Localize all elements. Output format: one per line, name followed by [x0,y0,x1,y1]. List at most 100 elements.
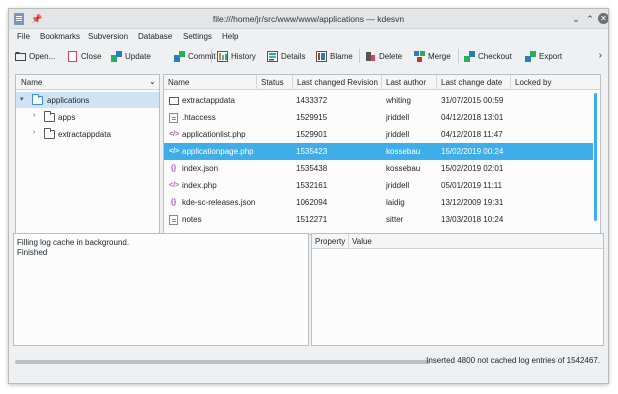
close-window-button[interactable]: ✕ [598,13,608,24]
log-cache-progress-bar [15,360,430,364]
cell-name: kde-sc-releases.json [182,198,256,207]
cell-author: whiting [386,96,411,105]
open-button[interactable]: Open... [15,47,55,65]
log-line: Finished [17,248,48,257]
update-label: Update [125,51,151,61]
menu-bookmarks[interactable]: Bookmarks [40,32,80,41]
menu-database[interactable]: Database [138,32,172,41]
toolbar-overflow-chevron-icon[interactable]: › [599,50,602,61]
close-document-icon [67,50,78,62]
table-row[interactable]: {} index.json 1535438 kossebau 15/02/201… [164,160,593,177]
tree-item-extractappdata[interactable]: › extractappdata [16,126,159,142]
expand-chevron-icon[interactable]: › [33,129,35,136]
column-divider[interactable] [348,234,349,249]
table-row[interactable]: extractappdata 1433372 whiting 31/07/201… [164,92,593,109]
tree-item-applications[interactable]: ▾ applications [16,92,159,108]
commit-button[interactable]: Commit [174,47,216,65]
checkout-label: Checkout [478,51,512,61]
history-button[interactable]: History [217,47,256,65]
json-file-icon: {} [170,165,177,172]
column-divider[interactable] [510,75,511,90]
log-output[interactable]: Filling log cache in background. Finishe… [13,233,309,346]
text-file-icon [169,215,178,225]
menu-subversion[interactable]: Subversion [88,32,128,41]
column-name[interactable]: Name [168,78,189,87]
tree-header-name[interactable]: Name [21,78,42,87]
cell-name: notes [182,215,202,224]
cell-date: 13/03/2018 10:24 [441,215,504,224]
table-row[interactable]: </> applicationlist.php 1529901 jriddell… [164,126,593,143]
column-status[interactable]: Status [261,78,284,87]
php-file-icon: </> [169,148,180,155]
cell-date: 31/07/2015 00:59 [441,96,504,105]
menu-file[interactable]: File [17,32,30,41]
tree-header: Name ⌄ [16,75,159,90]
column-divider[interactable] [256,75,257,90]
sort-chevron-icon[interactable]: ⌄ [149,77,156,86]
app-window: 📌 file:///home/jr/src/www/www/applicatio… [8,8,609,384]
checkout-button[interactable]: Checkout [464,47,512,65]
cell-date: 15/02/2019 02:01 [441,164,504,173]
cell-author: jriddell [386,113,410,122]
blame-icon [316,50,327,62]
tree-item-apps[interactable]: › apps [16,109,159,125]
menu-settings[interactable]: Settings [183,32,212,41]
table-row[interactable]: {} kde-sc-releases.json 1062094 laidig 1… [164,194,593,211]
file-list-scrollbar[interactable] [594,93,597,221]
history-icon [217,50,228,62]
merge-button[interactable]: Merge [414,47,451,65]
column-divider[interactable] [436,75,437,90]
menu-help[interactable]: Help [222,32,238,41]
column-revision[interactable]: Last changed Revision [297,78,378,87]
table-row-selected[interactable]: </> applicationpage.php 1535423 kossebau… [164,143,593,160]
folder-tree[interactable]: Name ⌄ ▾ applications › apps › extractap… [15,74,160,235]
table-row[interactable]: </> index.php 1532161 jriddell 05/01/201… [164,177,593,194]
cell-author: jriddell [386,130,410,139]
cell-author: kossebau [386,164,421,173]
export-button[interactable]: Export [525,47,562,65]
cell-author: kossebau [386,147,421,156]
column-divider[interactable] [381,75,382,90]
collapse-chevron-icon[interactable]: ▾ [20,95,24,103]
text-file-icon [169,113,178,123]
cell-author: laidig [386,198,405,207]
file-list-header: Name Status Last changed Revision Last a… [164,75,600,90]
details-label: Details [281,51,306,61]
column-locked-by[interactable]: Locked by [515,78,551,87]
table-row[interactable]: .htaccess 1529915 jriddell 04/12/2018 13… [164,109,593,126]
cell-revision: 1535438 [296,164,328,173]
delete-icon [365,51,376,62]
tree-item-label: applications [47,96,90,105]
blame-button[interactable]: Blame [316,47,353,65]
properties-panel[interactable]: Property Value [311,233,604,346]
column-value[interactable]: Value [352,237,372,246]
maximize-button[interactable]: ⌃ [584,13,596,25]
column-author[interactable]: Last author [386,78,426,87]
status-message: Inserted 4800 not cached log entries of … [426,356,600,365]
tree-item-label: extractappdata [58,130,111,139]
details-icon [267,50,278,62]
column-divider[interactable] [292,75,293,90]
json-file-icon: {} [170,199,177,206]
open-label: Open... [29,51,56,61]
expand-chevron-icon[interactable]: › [33,112,35,119]
close-label: Close [81,51,102,61]
cell-revision: 1433372 [296,96,328,105]
php-file-icon: </> [169,182,180,189]
details-button[interactable]: Details [267,47,305,65]
minimize-button[interactable]: ⌄ [570,13,582,25]
delete-button[interactable]: Delete [365,47,402,65]
folder-icon [169,97,179,105]
delete-label: Delete [379,51,403,61]
update-icon [111,50,122,62]
title-bar[interactable]: 📌 file:///home/jr/src/www/www/applicatio… [9,9,608,29]
update-button[interactable]: Update [111,47,151,65]
table-row[interactable]: notes 1512271 sitter 13/03/2018 10:24 [164,211,593,228]
column-date[interactable]: Last change date [441,78,502,87]
close-button[interactable]: Close [67,47,101,65]
blame-label: Blame [330,51,353,61]
export-icon [525,50,536,62]
column-property[interactable]: Property [315,237,345,246]
merge-icon [414,50,425,62]
file-list[interactable]: Name Status Last changed Revision Last a… [163,74,601,235]
